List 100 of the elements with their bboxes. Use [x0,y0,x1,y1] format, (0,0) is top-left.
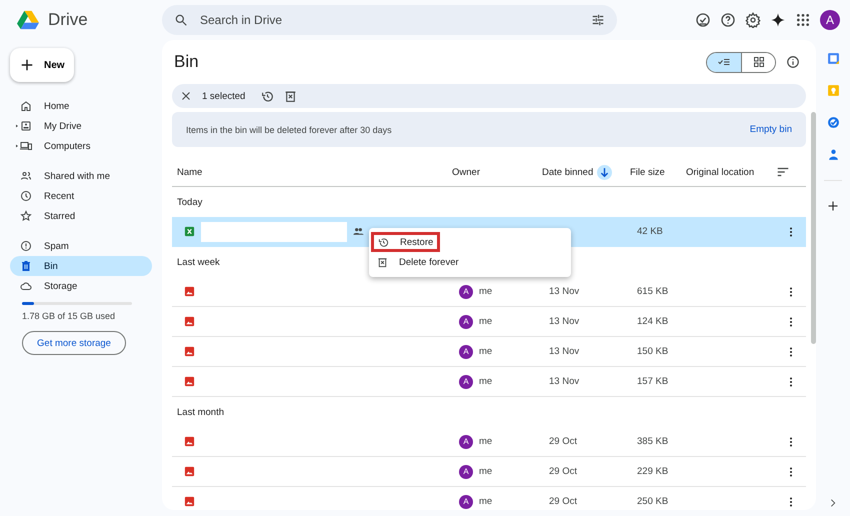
sidebar-item[interactable]: My Drive [10,116,152,136]
apps-grid-icon[interactable] [795,12,811,28]
get-storage-button[interactable]: Get more storage [22,331,126,355]
date-binned: 13 Nov [549,286,580,297]
account-avatar[interactable]: A [820,10,840,30]
star-icon [20,210,32,222]
sort-options-icon[interactable] [776,165,790,179]
task-check-icon[interactable] [826,116,840,129]
filter-icon[interactable] [591,13,605,27]
date-binned: 29 Oct [549,496,578,507]
file-row[interactable]: A me 13 Nov 124 KB [172,307,806,337]
trash-icon [377,256,388,268]
date-binned: 13 Nov [549,346,580,357]
date-binned: 29 Oct [549,466,578,477]
app-name: Drive [48,10,88,30]
file-size: 385 KB [637,436,670,447]
sidebar-item[interactable]: Starred [10,206,152,226]
owner-avatar: A [459,314,473,328]
view-toggle[interactable] [706,52,776,72]
restore-icon [378,236,389,248]
group-label: Last week [177,256,220,268]
image-icon [184,346,195,357]
image-icon [184,436,195,447]
plus-icon[interactable] [827,200,839,212]
page-title: Bin [174,52,199,72]
owner-name: me [479,376,492,387]
close-icon[interactable] [180,90,192,102]
file-size: 42 KB [637,226,664,237]
scrollbar[interactable] [811,112,816,344]
sidebar-item[interactable]: Computers [10,136,152,156]
new-button[interactable]: New [10,48,74,82]
file-size: 157 KB [637,376,670,387]
image-icon [184,466,195,477]
grid-view-button[interactable] [741,52,775,72]
owner-avatar: A [459,434,473,448]
help-icon[interactable] [720,12,736,28]
people-icon [20,170,32,182]
sparkle-icon[interactable] [770,12,786,28]
computer-icon [20,140,32,152]
owner-avatar: A [459,374,473,388]
sidebar-item[interactable]: Bin [10,256,152,276]
column-header[interactable]: Date binned [542,166,594,178]
alert-icon [20,240,32,252]
file-row[interactable]: A me 29 Oct 385 KB [172,427,806,457]
expand-caret-icon [15,123,19,129]
search-icon[interactable] [174,13,188,27]
image-icon [184,286,195,297]
check-circle-icon[interactable] [695,12,711,28]
sidebar-item[interactable]: Shared with me [10,166,152,186]
sidebar-item[interactable]: Spam [10,236,152,256]
calendar-icon[interactable] [826,52,840,65]
menu-item[interactable]: Delete forever [371,252,465,272]
file-row[interactable]: A me 29 Oct 250 KB [172,487,806,510]
trash-icon[interactable] [284,90,298,102]
file-size: 250 KB [637,496,670,507]
file-size: 150 KB [637,346,670,357]
owner-name: me [479,316,492,327]
cloud-icon [20,280,32,292]
file-size: 615 KB [637,286,670,297]
settings-icon[interactable] [745,12,761,28]
column-header: File size [630,166,666,178]
owner-avatar: A [459,464,473,478]
owner-avatar: A [459,284,473,298]
info-icon[interactable] [786,55,800,69]
file-row[interactable]: A me 13 Nov 157 KB [172,367,806,397]
group-label: Today [177,196,202,208]
shared-people-icon [353,226,364,237]
sort-down-icon[interactable] [597,164,612,180]
grid-icon [752,56,764,68]
restore-icon[interactable] [261,90,274,102]
date-binned: 29 Oct [549,436,578,447]
column-header: Original location [686,166,756,178]
search-bar[interactable]: Search in Drive [162,5,617,35]
owner-name: me [479,346,492,357]
banner-message: Items in the bin will be deleted forever after 30 days [186,124,392,134]
image-icon [184,496,195,507]
file-row[interactable]: A me 29 Oct 229 KB [172,457,806,487]
column-header: Owner [452,166,481,178]
expand-caret-icon [15,143,19,149]
drive-icon [20,120,32,132]
trash-icon [20,260,32,272]
owner-name: me [479,286,492,297]
date-binned: 13 Nov [549,376,580,387]
menu-item[interactable]: Restore [371,232,440,252]
search-input[interactable]: Search in Drive [198,12,581,28]
owner-name: me [479,496,492,507]
owner-avatar: A [459,494,473,508]
contact-person-icon[interactable] [826,148,840,161]
file-size: 124 KB [637,316,670,327]
chevron-right-icon[interactable] [828,498,838,508]
owner-name: me [479,466,492,477]
list-view-button[interactable] [707,52,741,72]
sidebar-item[interactable]: Storage [10,276,152,296]
empty-bin-link[interactable]: Empty bin [750,124,792,135]
file-row[interactable]: A me 13 Nov 150 KB [172,337,806,367]
sidebar-item[interactable]: Recent [10,186,152,206]
column-header: Name [177,166,204,178]
file-size: 229 KB [637,466,670,477]
storage-usage: 1.78 GB of 15 GB used [22,311,116,321]
sidebar-item[interactable]: Home [10,96,152,116]
